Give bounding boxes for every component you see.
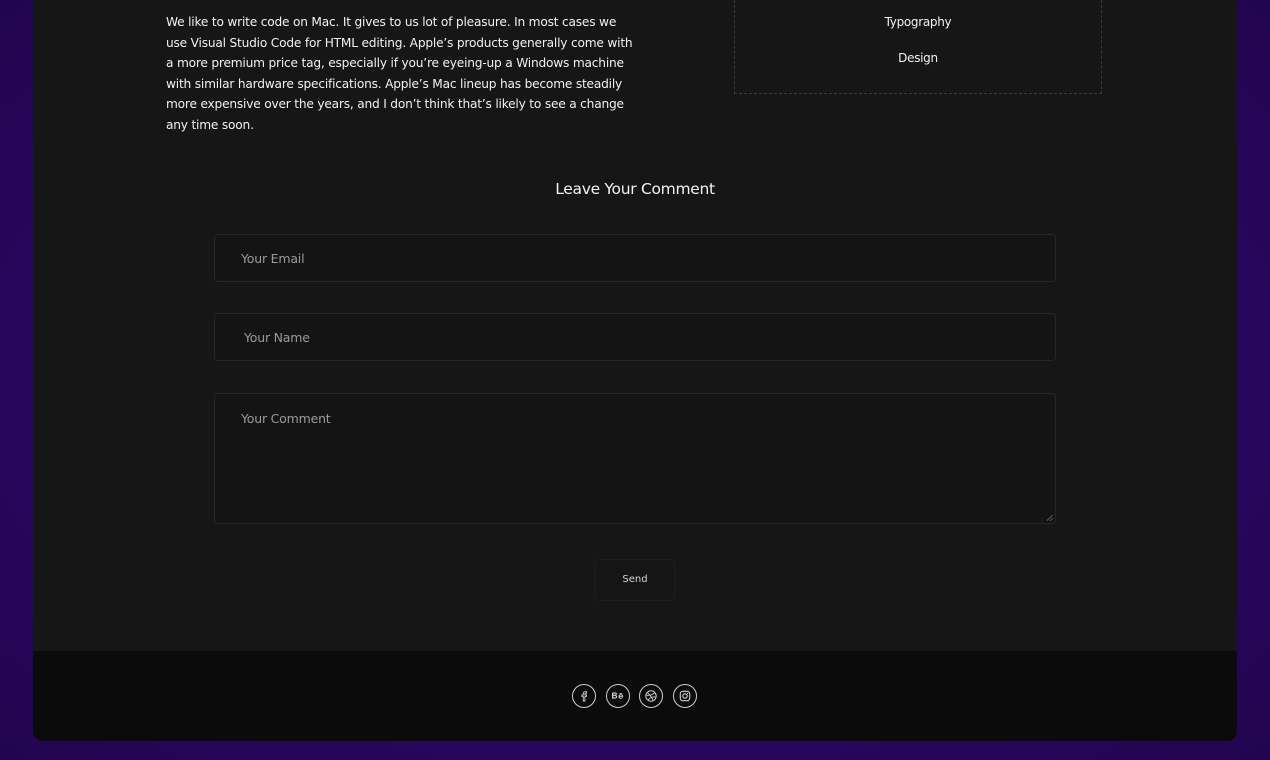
- name-field[interactable]: Your Name: [214, 313, 1056, 361]
- behance-icon[interactable]: [606, 684, 630, 708]
- facebook-icon[interactable]: [572, 684, 596, 708]
- comment-textarea[interactable]: Your Comment: [214, 393, 1056, 524]
- comment-section-title: Leave Your Comment: [555, 180, 715, 198]
- footer: [33, 651, 1237, 741]
- content-card: We like to write code on Mac. It gives t…: [33, 0, 1237, 741]
- comment-placeholder: Your Comment: [241, 411, 331, 426]
- tag-typography[interactable]: Typography: [735, 15, 1101, 29]
- tags-box: Typography Design: [734, 0, 1102, 94]
- dribbble-icon[interactable]: [639, 684, 663, 708]
- tag-design[interactable]: Design: [735, 51, 1101, 65]
- email-field[interactable]: Your Email: [214, 234, 1056, 282]
- name-placeholder: Your Name: [244, 330, 310, 345]
- send-button[interactable]: Send: [595, 559, 675, 601]
- article-paragraph: We like to write code on Mac. It gives t…: [166, 15, 633, 132]
- instagram-icon[interactable]: [673, 684, 697, 708]
- email-placeholder: Your Email: [241, 251, 305, 266]
- resize-handle[interactable]: [1047, 515, 1053, 521]
